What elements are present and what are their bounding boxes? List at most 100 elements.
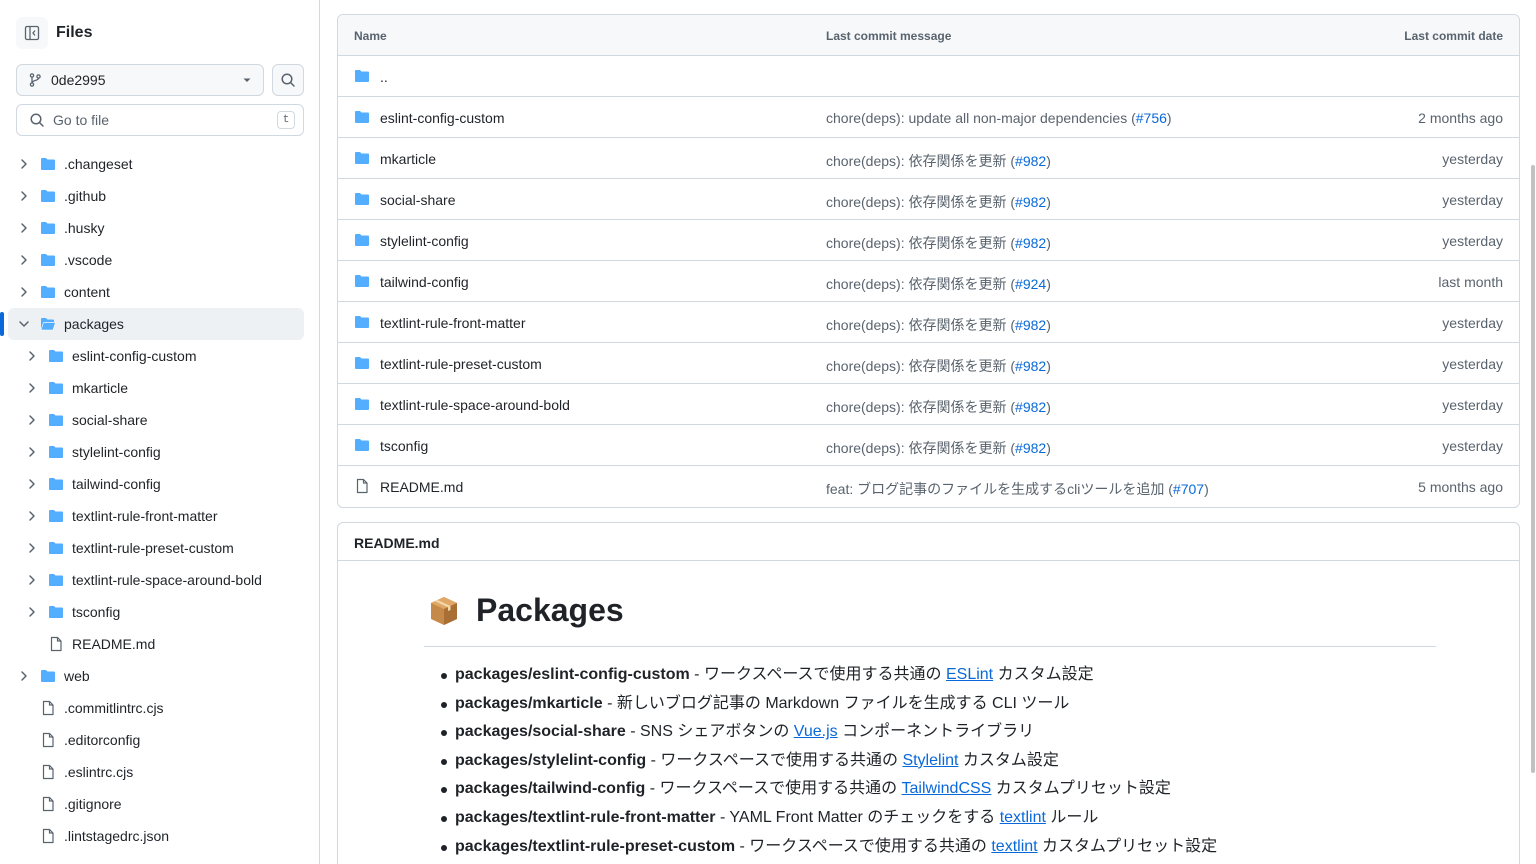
expand-toggle[interactable] xyxy=(16,252,32,268)
expand-toggle[interactable] xyxy=(16,188,32,204)
commit-message[interactable]: chore(deps): 依存関係を更新 (#924) xyxy=(826,274,1051,294)
expand-toggle[interactable] xyxy=(24,604,40,620)
file-name-link[interactable]: eslint-config-custom xyxy=(380,110,505,126)
pull-request-link[interactable]: #982 xyxy=(1015,194,1046,210)
tree-item[interactable]: .changeset xyxy=(8,148,304,180)
go-to-file-input[interactable] xyxy=(53,112,277,128)
tree-item[interactable]: textlint-rule-space-around-bold xyxy=(8,564,304,596)
file-name-link[interactable]: social-share xyxy=(380,192,455,208)
tree-item[interactable]: textlint-rule-preset-custom xyxy=(8,532,304,564)
commit-message-text[interactable]: feat: ブログ記事のファイルを生成するcliツールを追加 ( xyxy=(826,481,1173,497)
commit-message[interactable]: chore(deps): 依存関係を更新 (#982) xyxy=(826,438,1051,458)
commit-message-text[interactable]: chore(deps): 依存関係を更新 ( xyxy=(826,235,1015,251)
tree-item[interactable]: .github xyxy=(8,180,304,212)
commit-message[interactable]: chore(deps): update all non-major depend… xyxy=(826,110,1172,126)
collapse-sidebar-button[interactable] xyxy=(16,17,48,49)
commit-message[interactable]: chore(deps): 依存関係を更新 (#982) xyxy=(826,151,1051,171)
expand-toggle[interactable] xyxy=(24,348,40,364)
commit-message[interactable]: feat: ブログ記事のファイルを生成するcliツールを追加 (#707) xyxy=(826,479,1209,499)
go-to-file-field[interactable]: t xyxy=(16,104,304,136)
pull-request-link[interactable]: #707 xyxy=(1173,481,1204,497)
commit-message-text[interactable]: chore(deps): 依存関係を更新 ( xyxy=(826,194,1015,210)
commit-message[interactable]: chore(deps): 依存関係を更新 (#982) xyxy=(826,233,1051,253)
expand-toggle[interactable] xyxy=(24,540,40,556)
pull-request-link[interactable]: #982 xyxy=(1015,235,1046,251)
tree-item[interactable]: eslint-config-custom xyxy=(8,340,304,372)
tree-item[interactable]: content xyxy=(8,276,304,308)
tree-item[interactable]: .husky xyxy=(8,212,304,244)
tree-item[interactable]: .commitlintrc.cjs xyxy=(8,692,304,724)
tree-item[interactable]: tailwind-config xyxy=(8,468,304,500)
row-icon xyxy=(354,478,370,494)
file-name-link[interactable]: tsconfig xyxy=(380,438,428,454)
pull-request-link[interactable]: #982 xyxy=(1015,153,1046,169)
commit-message-text[interactable]: chore(deps): 依存関係を更新 ( xyxy=(826,153,1015,169)
tree-item[interactable]: .eslintrc.cjs xyxy=(8,756,304,788)
package-link[interactable]: ESLint xyxy=(946,666,993,683)
file-name-link[interactable]: textlint-rule-space-around-bold xyxy=(380,397,570,413)
package-description-suffix: カスタム設定 xyxy=(993,666,1094,683)
row-icon xyxy=(354,109,370,125)
file-name-link[interactable]: README.md xyxy=(380,479,463,495)
expand-toggle[interactable] xyxy=(24,380,40,396)
file-name-link[interactable]: .. xyxy=(380,69,388,85)
commit-message[interactable]: chore(deps): 依存関係を更新 (#982) xyxy=(826,315,1051,335)
commit-message-text[interactable]: chore(deps): 依存関係を更新 ( xyxy=(826,276,1015,292)
commit-message-text[interactable]: chore(deps): 依存関係を更新 ( xyxy=(826,317,1015,333)
file-icon xyxy=(42,732,54,748)
pull-request-link[interactable]: #982 xyxy=(1015,358,1046,374)
file-name-link[interactable]: mkarticle xyxy=(380,151,436,167)
tree-item[interactable]: tsconfig xyxy=(8,596,304,628)
pull-request-link[interactable]: #756 xyxy=(1136,110,1167,126)
expand-toggle[interactable] xyxy=(24,572,40,588)
pull-request-link[interactable]: #982 xyxy=(1015,399,1046,415)
package-link[interactable]: TailwindCSS xyxy=(902,780,992,797)
branch-selector[interactable]: 0de2995 xyxy=(16,64,264,96)
commit-message-text[interactable]: chore(deps): 依存関係を更新 ( xyxy=(826,399,1015,415)
package-link[interactable]: textlint xyxy=(1000,809,1046,826)
pull-request-link[interactable]: #982 xyxy=(1015,317,1046,333)
tree-item[interactable]: .vscode xyxy=(8,244,304,276)
file-name-link[interactable]: textlint-rule-preset-custom xyxy=(380,356,542,372)
tree-item[interactable]: .editorconfig xyxy=(8,724,304,756)
search-button[interactable] xyxy=(272,64,304,96)
tree-item[interactable]: README.md xyxy=(8,628,304,660)
expand-toggle[interactable] xyxy=(24,508,40,524)
commit-message-text[interactable]: chore(deps): 依存関係を更新 ( xyxy=(826,440,1015,456)
expand-toggle[interactable] xyxy=(24,412,40,428)
expand-toggle[interactable] xyxy=(16,284,32,300)
folder-icon xyxy=(41,222,55,234)
package-link[interactable]: textlint xyxy=(991,838,1037,855)
folder-icon xyxy=(355,152,369,164)
tree-item[interactable]: mkarticle xyxy=(8,372,304,404)
expand-toggle[interactable] xyxy=(16,156,32,172)
tree-item[interactable]: .gitignore xyxy=(8,788,304,820)
commit-message-text[interactable]: chore(deps): 依存関係を更新 ( xyxy=(826,358,1015,374)
expand-toggle[interactable] xyxy=(16,220,32,236)
tree-item[interactable]: web xyxy=(8,660,304,692)
file-name-link[interactable]: textlint-rule-front-matter xyxy=(380,315,525,331)
scrollbar-thumb[interactable] xyxy=(1531,165,1535,773)
commit-message[interactable]: chore(deps): 依存関係を更新 (#982) xyxy=(826,397,1051,417)
expand-toggle[interactable] xyxy=(16,316,32,332)
tree-item[interactable]: packages xyxy=(0,308,304,340)
tree-item[interactable]: social-share xyxy=(8,404,304,436)
tree-item[interactable]: textlint-rule-front-matter xyxy=(8,500,304,532)
package-link[interactable]: Vue.js xyxy=(794,723,838,740)
tree-item-icon xyxy=(40,796,56,812)
file-name-link[interactable]: tailwind-config xyxy=(380,274,469,290)
expand-toggle[interactable] xyxy=(24,476,40,492)
commit-message[interactable]: chore(deps): 依存関係を更新 (#982) xyxy=(826,192,1051,212)
tree-item[interactable]: stylelint-config xyxy=(8,436,304,468)
tree-item[interactable]: .lintstagedrc.json xyxy=(8,820,304,852)
commit-message-text[interactable]: chore(deps): update all non-major depend… xyxy=(826,110,1136,126)
expand-toggle[interactable] xyxy=(16,668,32,684)
package-link[interactable]: Stylelint xyxy=(902,752,958,769)
expand-toggle[interactable] xyxy=(24,444,40,460)
commit-message-suffix: ) xyxy=(1046,153,1051,169)
pull-request-link[interactable]: #982 xyxy=(1015,440,1046,456)
commit-message[interactable]: chore(deps): 依存関係を更新 (#982) xyxy=(826,356,1051,376)
file-name-link[interactable]: stylelint-config xyxy=(380,233,469,249)
pull-request-link[interactable]: #924 xyxy=(1015,276,1046,292)
page-scrollbar[interactable] xyxy=(1530,0,1536,864)
